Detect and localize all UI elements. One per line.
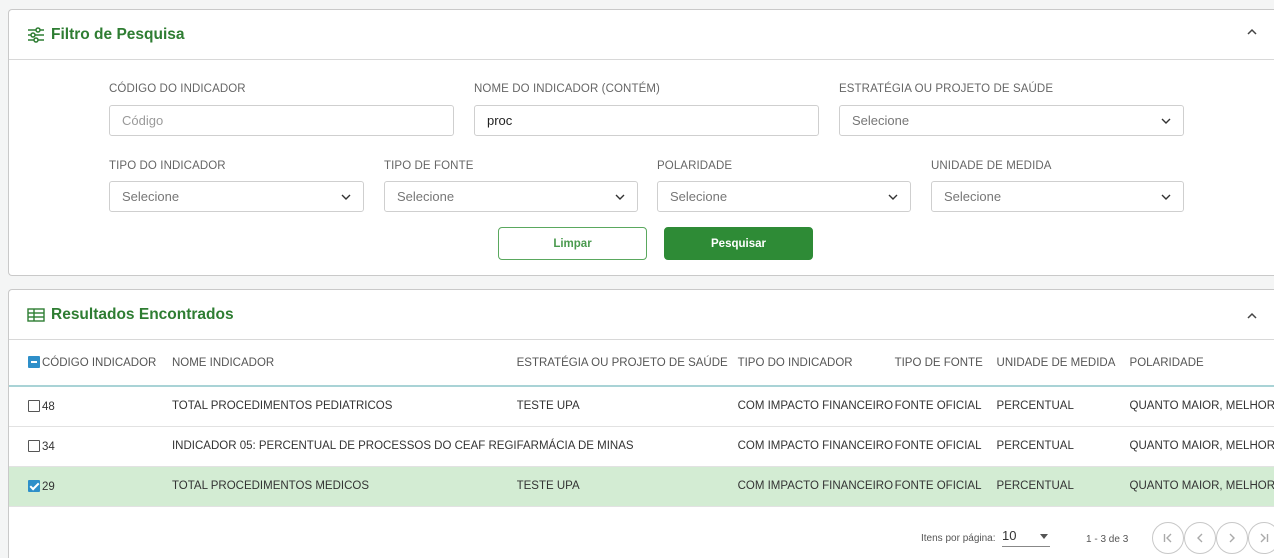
cell-unidade: PERCENTUAL — [996, 400, 1074, 413]
nome-input[interactable]: proc — [474, 105, 819, 136]
cell-estrategia: TESTE UPA — [516, 400, 580, 413]
last-page-icon — [1260, 533, 1269, 543]
filter-sliders-icon — [28, 26, 44, 43]
dropdown-arrow-icon — [1040, 534, 1048, 539]
tipo-fonte-select[interactable]: Selecione — [384, 181, 638, 212]
col-codigo-label: CÓDIGO INDICADOR — [42, 357, 157, 369]
row-checkbox[interactable] — [28, 439, 40, 452]
filter-panel: Filtro de Pesquisa CÓDIGO DO INDICADOR C… — [8, 9, 1274, 276]
nome-label: NOME DO INDICADOR (CONTÉM) — [474, 83, 660, 95]
chevron-down-icon — [1161, 194, 1171, 200]
results-title: Resultados Encontrados — [51, 305, 234, 323]
clear-button[interactable]: Limpar — [498, 227, 647, 260]
chevron-down-icon — [341, 194, 351, 200]
polaridade-value: Selecione — [670, 189, 728, 204]
clear-button-label: Limpar — [553, 237, 592, 250]
col-nome[interactable]: NOME INDICADOR — [171, 340, 517, 387]
chevron-down-icon — [888, 194, 898, 200]
first-page-button[interactable] — [1152, 522, 1184, 554]
codigo-input[interactable]: Código — [109, 105, 454, 136]
cell-estrategia: TESTE UPA — [516, 480, 580, 492]
next-page-button[interactable] — [1216, 522, 1248, 554]
table-row[interactable]: 48 TOTAL PROCEDIMENTOS PEDIATRICOS TESTE… — [9, 386, 1274, 426]
row-checkbox[interactable] — [28, 479, 40, 492]
unidade-select[interactable]: Selecione — [931, 181, 1184, 212]
chevron-left-icon — [1197, 533, 1203, 543]
polaridade-select[interactable]: Selecione — [657, 181, 911, 212]
col-tipo-fonte[interactable]: TIPO DE FONTE — [894, 340, 997, 387]
unidade-label: UNIDADE DE MEDIDA — [931, 160, 1052, 172]
cell-nome: TOTAL PROCEDIMENTOS PEDIATRICOS — [171, 400, 393, 413]
items-per-page-label: Itens por página: — [921, 533, 996, 544]
cell-codigo: 29 — [42, 480, 55, 493]
cell-fonte: FONTE OFICIAL — [894, 440, 982, 452]
row-checkbox[interactable] — [28, 399, 40, 412]
table-row[interactable]: 34 INDICADOR 05: PERCENTUAL DE PROCESSOS… — [9, 426, 1274, 466]
cell-polaridade: QUANTO MAIOR, MELHOR — [1129, 440, 1274, 452]
cell-tipo: COM IMPACTO FINANCEIRO — [737, 480, 894, 492]
previous-page-button[interactable] — [1184, 522, 1216, 554]
cell-fonte: FONTE OFICIAL — [894, 400, 982, 413]
last-page-button[interactable] — [1248, 522, 1274, 554]
paginator: Itens por página: 10 1 - 3 de 3 — [9, 521, 1274, 558]
unidade-value: Selecione — [944, 189, 1002, 204]
cell-codigo: 34 — [42, 440, 55, 453]
polaridade-label: POLARIDADE — [657, 160, 733, 172]
table-icon — [27, 307, 45, 322]
cell-estrategia: FARMÁCIA DE MINAS — [516, 440, 634, 452]
chevron-down-icon — [1161, 118, 1171, 124]
filter-header[interactable]: Filtro de Pesquisa — [9, 10, 1274, 60]
cell-tipo: COM IMPACTO FINANCEIRO — [737, 440, 894, 452]
results-table: CÓDIGO INDICADOR NOME INDICADOR ESTRATÉG… — [9, 340, 1274, 507]
estrategia-value: Selecione — [852, 113, 910, 128]
items-per-page-select[interactable]: 10 — [1002, 528, 1050, 547]
cell-nome: INDICADOR 05: PERCENTUAL DE PROCESSOS DO… — [171, 440, 517, 452]
cell-polaridade: QUANTO MAIOR, MELHOR — [1129, 480, 1274, 492]
col-estrategia[interactable]: ESTRATÉGIA OU PROJETO DE SAÚDE — [516, 340, 738, 387]
nome-value: proc — [487, 113, 513, 128]
items-per-page-value: 10 — [1002, 528, 1017, 543]
cell-unidade: PERCENTUAL — [996, 480, 1074, 492]
tipo-fonte-label: TIPO DE FONTE — [384, 160, 474, 172]
chevron-up-icon[interactable] — [1244, 24, 1260, 40]
tipo-indicador-label: TIPO DO INDICADOR — [109, 160, 226, 172]
codigo-placeholder: Código — [122, 113, 164, 128]
cell-nome: TOTAL PROCEDIMENTOS MEDICOS — [171, 480, 369, 492]
chevron-up-icon[interactable] — [1244, 308, 1260, 324]
cell-tipo: COM IMPACTO FINANCEIRO — [737, 400, 894, 413]
estrategia-label: ESTRATÉGIA OU PROJETO DE SAÚDE — [839, 83, 1054, 95]
tipo-fonte-value: Selecione — [397, 189, 455, 204]
select-all-checkbox[interactable] — [28, 356, 40, 368]
page-range-label: 1 - 3 de 3 — [1086, 534, 1129, 545]
search-button[interactable]: Pesquisar — [664, 227, 813, 260]
col-polaridade[interactable]: POLARIDADE — [1129, 340, 1274, 387]
tipo-indicador-value: Selecione — [122, 189, 180, 204]
col-unidade[interactable]: UNIDADE DE MEDIDA — [996, 340, 1130, 387]
chevron-right-icon — [1229, 533, 1235, 543]
cell-unidade: PERCENTUAL — [996, 440, 1074, 452]
col-tipo-indicador[interactable]: TIPO DO INDICADOR — [737, 340, 895, 387]
estrategia-select[interactable]: Selecione — [839, 105, 1184, 136]
cell-fonte: FONTE OFICIAL — [894, 480, 982, 492]
search-button-label: Pesquisar — [711, 237, 766, 250]
col-codigo[interactable]: CÓDIGO INDICADOR — [9, 340, 172, 387]
results-panel: Resultados Encontrados CÓDIGO INDICADOR … — [8, 289, 1274, 558]
table-header-row: CÓDIGO INDICADOR NOME INDICADOR ESTRATÉG… — [9, 340, 1274, 387]
codigo-label: CÓDIGO DO INDICADOR — [109, 83, 246, 95]
first-page-icon — [1163, 533, 1172, 543]
cell-codigo: 48 — [42, 400, 55, 413]
tipo-indicador-select[interactable]: Selecione — [109, 181, 364, 212]
cell-polaridade: QUANTO MAIOR, MELHOR — [1129, 400, 1274, 413]
results-header[interactable]: Resultados Encontrados — [9, 290, 1274, 340]
chevron-down-icon — [615, 194, 625, 200]
filter-title: Filtro de Pesquisa — [51, 25, 185, 43]
table-row[interactable]: 29 TOTAL PROCEDIMENTOS MEDICOS TESTE UPA… — [9, 466, 1274, 506]
